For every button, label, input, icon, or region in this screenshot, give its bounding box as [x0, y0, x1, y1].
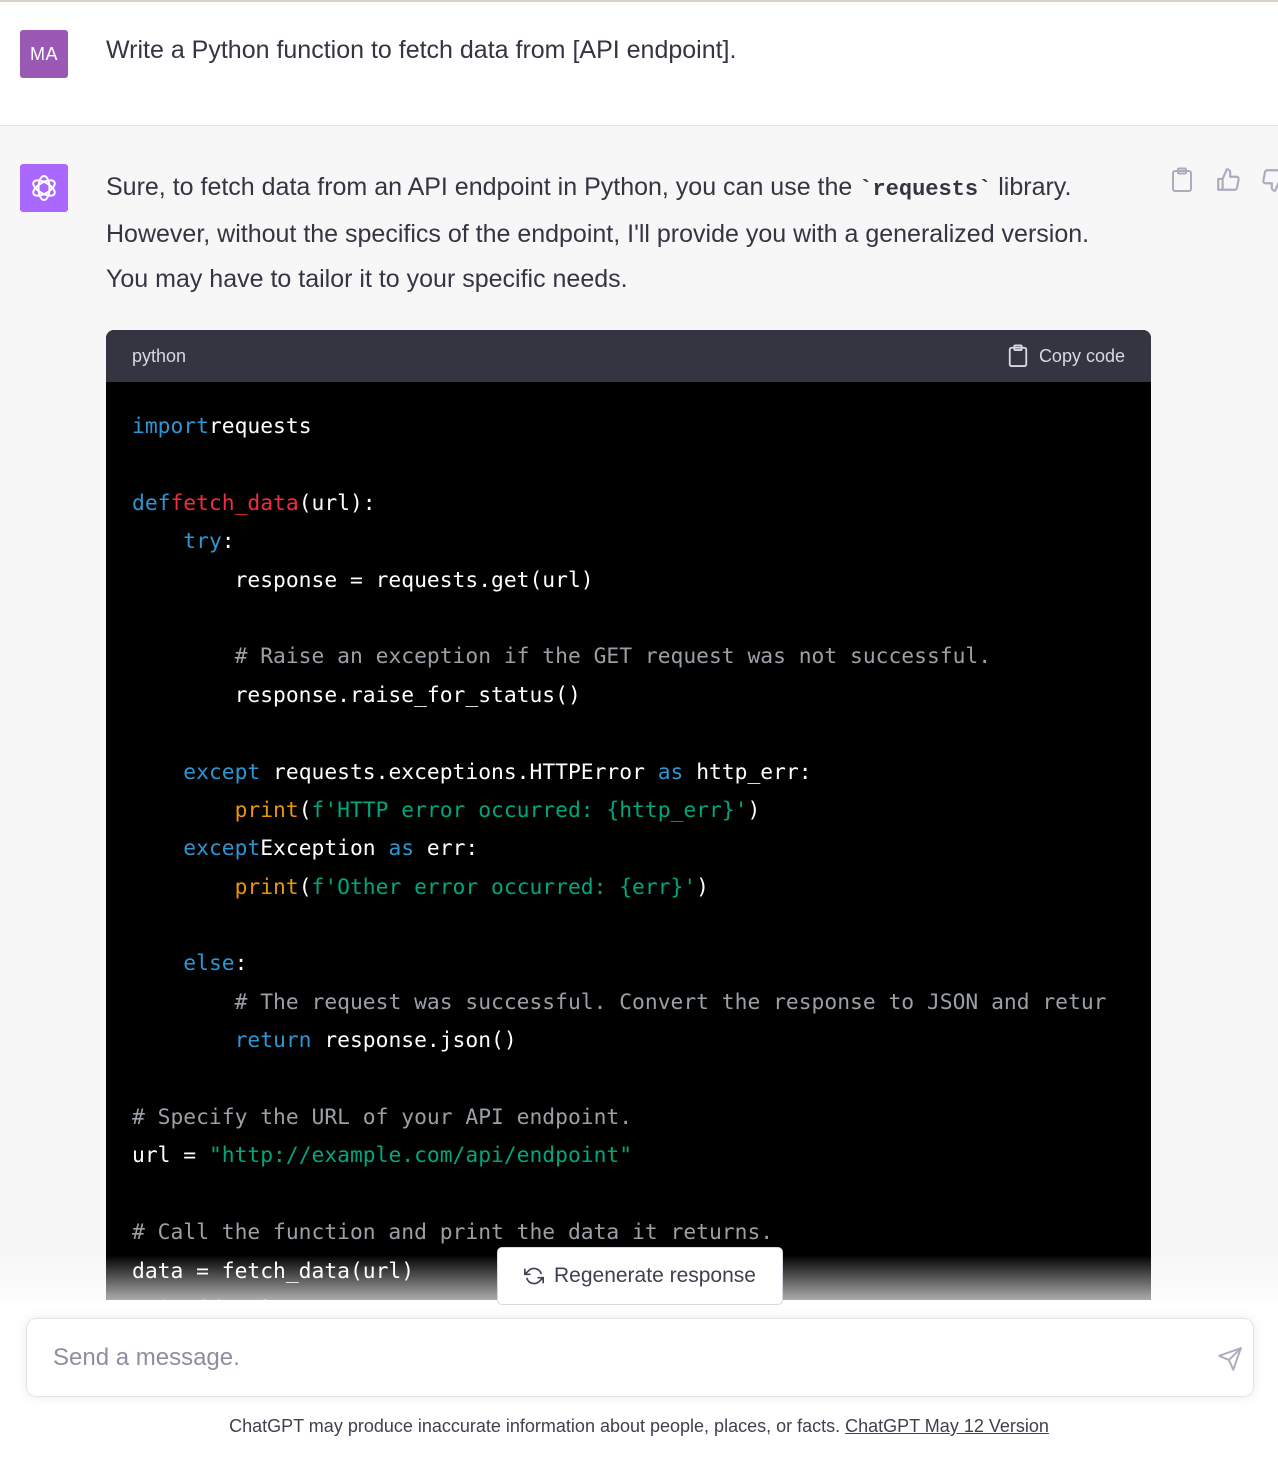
assistant-avatar — [20, 164, 68, 212]
send-button[interactable] — [1215, 1344, 1245, 1374]
version-link[interactable]: ChatGPT May 12 Version — [845, 1416, 1049, 1436]
copy-code-button[interactable]: Copy code — [1007, 344, 1125, 368]
regenerate-label: Regenerate response — [554, 1264, 756, 1287]
code-token: fetch_data — [170, 490, 299, 516]
code-line: # The request was successful. Convert th… — [132, 984, 1125, 1022]
code-token: ) — [696, 874, 709, 900]
code-line: return response.json() — [132, 1022, 1125, 1060]
code-token: def — [132, 490, 171, 516]
code-line: except requests.exceptions.HTTPError as … — [132, 754, 1125, 792]
code-token: except — [183, 836, 261, 862]
code-line: # Specify the URL of your API endpoint. — [132, 1099, 1125, 1137]
clipboard-icon[interactable] — [1168, 166, 1196, 194]
regenerate-response-button[interactable]: Regenerate response — [497, 1247, 783, 1305]
footer-disclaimer: ChatGPT may produce inaccurate informati… — [0, 1416, 1278, 1437]
user-message-text: Write a Python function to fetch data fr… — [106, 36, 737, 64]
code-line: exceptException as err: — [132, 830, 1125, 868]
send-icon — [1218, 1347, 1242, 1371]
clipboard-icon — [1008, 344, 1028, 367]
code-line: importrequests — [132, 408, 1125, 446]
openai-logo-icon — [32, 175, 56, 201]
code-token: # Raise an exception if the GET request … — [234, 644, 992, 670]
code-line: else: — [132, 945, 1125, 983]
code-token: err: — [414, 836, 479, 862]
assistant-message-text: Sure, to fetch data from an API endpoint… — [106, 165, 1136, 302]
code-token: try — [183, 529, 222, 555]
code-token: http_err: — [683, 759, 812, 785]
code-token: f'HTTP error occurred: {http_err}' — [311, 797, 748, 823]
code-token: response = requests.get(url) — [132, 567, 594, 593]
code-body: importrequests deffetch_data(url): try: r… — [106, 382, 1151, 1329]
code-token: "http://example.com/api/endpoint" — [208, 1143, 633, 1169]
code-token: requests.exceptions.HTTPError — [260, 759, 658, 785]
copy-code-label: Copy code — [1038, 345, 1125, 366]
code-token: ( — [298, 874, 312, 900]
code-token: response.json() — [311, 1028, 517, 1054]
code-language-label: python — [132, 345, 187, 366]
code-line: print(f'Other error occurred: {err}') — [132, 869, 1125, 907]
code-token: url = — [132, 1143, 209, 1169]
user-message-row: MA Write a Python function to fetch data… — [0, 2, 1278, 126]
code-token: response.raise_for_status() — [132, 682, 581, 708]
code-token: # Specify the URL of your API endpoint. — [132, 1105, 633, 1131]
thumbs-down-icon[interactable] — [1260, 166, 1278, 194]
code-token: import — [132, 414, 209, 439]
user-avatar: MA — [20, 30, 68, 78]
code-line: print(f'HTTP error occurred: {http_err}'… — [132, 792, 1125, 830]
code-token: Exception — [260, 836, 389, 862]
code-token: # Call the function and print the data i… — [132, 1220, 774, 1246]
thumbs-up-icon[interactable] — [1214, 166, 1242, 194]
code-block: python Copy code importrequests deffetch_… — [106, 330, 1151, 1330]
code-token: except — [183, 759, 261, 785]
code-token: (url): — [298, 490, 376, 516]
code-line: # Raise an exception if the GET request … — [132, 638, 1125, 676]
code-token: ( — [298, 797, 312, 823]
code-line: deffetch_data(url): — [132, 485, 1125, 523]
code-token: as — [657, 759, 684, 785]
inline-code: `requests` — [859, 177, 992, 202]
code-token: : — [234, 951, 248, 977]
code-token: : — [221, 529, 235, 555]
code-line: response = requests.get(url) — [132, 562, 1125, 600]
code-token: f'Other error occurred: {err}' — [311, 874, 697, 900]
code-token: else — [183, 951, 235, 977]
assistant-intro-text: Sure, to fetch data from an API endpoint… — [106, 173, 860, 201]
code-token: ) — [747, 797, 761, 823]
code-token: as — [388, 836, 415, 862]
code-token: print — [234, 797, 299, 823]
message-input[interactable] — [51, 1337, 1185, 1379]
code-token: # The request was successful. Convert th… — [234, 989, 1107, 1015]
code-block-header: python Copy code — [106, 330, 1151, 382]
footer-text: ChatGPT may produce inaccurate informati… — [229, 1416, 846, 1436]
code-line: try: — [132, 523, 1125, 561]
code-line: response.raise_for_status() — [132, 677, 1125, 715]
refresh-icon — [524, 1267, 544, 1285]
code-token: requests — [208, 414, 312, 439]
user-avatar-initials: MA — [30, 43, 58, 64]
code-token: print — [234, 874, 299, 900]
code-line: url = "http://example.com/api/endpoint" — [132, 1137, 1125, 1175]
message-composer — [26, 1318, 1254, 1397]
code-token: return — [234, 1028, 312, 1054]
message-actions — [1168, 166, 1278, 194]
